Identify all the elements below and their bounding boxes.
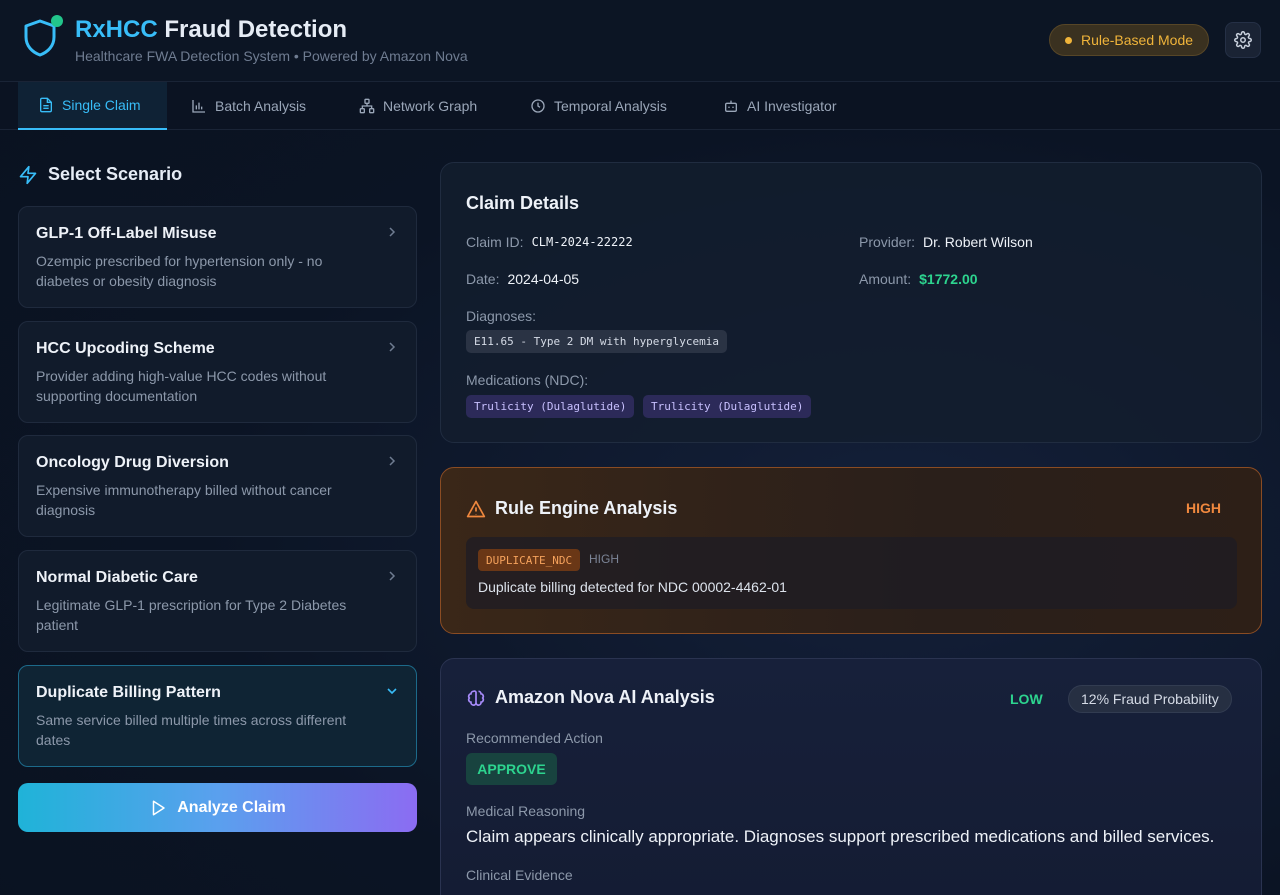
gear-icon bbox=[1234, 31, 1252, 49]
provider-row: Provider: Dr. Robert Wilson bbox=[859, 234, 1033, 250]
settings-button[interactable] bbox=[1225, 22, 1261, 58]
scenario-description: Expensive immunotherapy billed without c… bbox=[36, 482, 332, 518]
tab-label: Network Graph bbox=[383, 98, 478, 114]
tab-label: Temporal Analysis bbox=[554, 98, 667, 114]
scenario-title: GLP-1 Off-Label Misuse bbox=[36, 225, 217, 242]
scenario-card-normal-diabetic[interactable]: Normal Diabetic Care Legitimate GLP-1 pr… bbox=[18, 550, 417, 652]
rule-finding-severity: HIGH bbox=[589, 552, 619, 566]
nova-title-label: Amazon Nova AI Analysis bbox=[495, 687, 715, 707]
tab-label: AI Investigator bbox=[747, 98, 837, 114]
claim-id-row: Claim ID: CLM-2024-22222 bbox=[466, 234, 633, 250]
main-tabs: Single Claim Batch Analysis Network Grap… bbox=[0, 82, 1280, 130]
lightning-icon bbox=[19, 165, 37, 184]
tab-label: Single Claim bbox=[62, 97, 141, 113]
chevron-down-icon bbox=[387, 688, 397, 695]
scenario-card-oncology[interactable]: Oncology Drug Diversion Expensive immuno… bbox=[18, 435, 417, 537]
app-brand: RxHCC bbox=[75, 16, 158, 43]
approve-badge: APPROVE bbox=[466, 753, 557, 785]
app-title: RxHCC Fraud Detection bbox=[75, 16, 347, 44]
tab-network-graph[interactable]: Network Graph bbox=[339, 82, 497, 130]
rule-finding: DUPLICATE_NDC HIGH Duplicate billing det… bbox=[466, 537, 1237, 609]
network-icon bbox=[359, 98, 375, 114]
claim-id-label: Claim ID: bbox=[466, 234, 524, 250]
scenario-heading: Select Scenario bbox=[18, 164, 182, 185]
scenario-card-glp1[interactable]: GLP-1 Off-Label Misuse Ozempic prescribe… bbox=[18, 206, 417, 308]
tab-temporal-analysis[interactable]: Temporal Analysis bbox=[510, 82, 687, 130]
bot-icon bbox=[725, 100, 737, 112]
amount-row: Amount: $1772.00 bbox=[859, 271, 978, 287]
clock-icon bbox=[531, 99, 545, 113]
tab-batch-analysis[interactable]: Batch Analysis bbox=[171, 82, 326, 130]
mode-dot-icon bbox=[1064, 36, 1072, 44]
diagnoses-label: Diagnoses: bbox=[466, 308, 537, 324]
scenario-card-duplicate-billing[interactable]: Duplicate Billing Pattern Same service b… bbox=[18, 665, 417, 767]
medical-reasoning-text: Claim appears clinically appropriate. Di… bbox=[466, 827, 1215, 846]
claim-id-value: CLM-2024-22222 bbox=[531, 235, 633, 249]
date-row: Date: 2024-04-05 bbox=[466, 271, 579, 287]
medication-chip: Trulicity (Dulaglutide) bbox=[643, 395, 812, 418]
rule-engine-title: Rule Engine Analysis bbox=[466, 498, 677, 519]
brain-icon bbox=[467, 689, 485, 706]
nova-analysis-panel: Amazon Nova AI Analysis LOW 12% Fraud Pr… bbox=[440, 658, 1262, 895]
fraud-probability-pill: 12% Fraud Probability bbox=[1068, 685, 1232, 713]
bar-chart-icon bbox=[192, 100, 205, 113]
scenario-title: Duplicate Billing Pattern bbox=[36, 684, 221, 701]
provider-label: Provider: bbox=[859, 234, 916, 250]
scenario-card-hcc-upcoding[interactable]: HCC Upcoding Scheme Provider adding high… bbox=[18, 321, 417, 423]
rule-engine-title-label: Rule Engine Analysis bbox=[495, 498, 678, 518]
nova-risk-badge: LOW bbox=[1010, 691, 1043, 707]
chevron-right-icon bbox=[389, 227, 396, 237]
mode-badge-label: Rule-Based Mode bbox=[1080, 32, 1194, 48]
date-label: Date: bbox=[466, 271, 500, 287]
medications-label: Medications (NDC): bbox=[466, 372, 589, 388]
app-title-text: Fraud Detection bbox=[164, 16, 348, 43]
analyze-claim-label: Analyze Claim bbox=[177, 798, 286, 816]
scenario-description: Provider adding high-value HCC codes wit… bbox=[36, 368, 327, 404]
tab-single-claim[interactable]: Single Claim bbox=[18, 82, 167, 130]
tab-ai-investigator[interactable]: AI Investigator bbox=[703, 82, 857, 130]
app-subtitle: Healthcare FWA Detection System • Powere… bbox=[75, 48, 468, 64]
scenario-description: Same service billed multiple times acros… bbox=[36, 712, 347, 748]
rule-code-badge: DUPLICATE_NDC bbox=[478, 549, 581, 571]
rule-severity-badge: HIGH bbox=[1186, 500, 1221, 516]
chevron-right-icon bbox=[389, 571, 396, 581]
warning-icon bbox=[466, 500, 486, 517]
scenario-description: Ozempic prescribed for hypertension only… bbox=[36, 253, 323, 289]
diagnosis-chip: E11.65 - Type 2 DM with hyperglycemia bbox=[466, 330, 728, 353]
analyze-claim-button[interactable]: Analyze Claim bbox=[18, 783, 417, 832]
amount-value: $1772.00 bbox=[919, 271, 978, 287]
claim-details-panel: Claim Details Claim ID: CLM-2024-22222 P… bbox=[440, 162, 1262, 443]
nova-title: Amazon Nova AI Analysis bbox=[466, 687, 715, 708]
tab-label: Batch Analysis bbox=[215, 98, 307, 114]
chevron-right-icon bbox=[389, 456, 396, 466]
claim-details-title: Claim Details bbox=[466, 193, 580, 213]
recommended-action-label: Recommended Action bbox=[466, 730, 603, 746]
scenario-title: Oncology Drug Diversion bbox=[36, 454, 229, 471]
amount-label: Amount: bbox=[859, 271, 912, 287]
scenario-title: HCC Upcoding Scheme bbox=[36, 340, 215, 357]
chevron-right-icon bbox=[389, 342, 396, 352]
document-icon bbox=[40, 97, 52, 113]
medication-chip: Trulicity (Dulaglutide) bbox=[466, 395, 635, 418]
play-icon bbox=[153, 800, 165, 815]
date-value: 2024-04-05 bbox=[507, 271, 580, 287]
clinical-evidence-label: Clinical Evidence bbox=[466, 867, 573, 883]
rule-finding-message: Duplicate billing detected for NDC 00002… bbox=[478, 579, 787, 595]
app-header: RxHCC Fraud Detection Healthcare FWA Det… bbox=[0, 0, 1280, 82]
scenario-heading-label: Select Scenario bbox=[48, 164, 183, 184]
scenario-description: Legitimate GLP-1 prescription for Type 2… bbox=[36, 597, 347, 633]
provider-value: Dr. Robert Wilson bbox=[923, 234, 1033, 250]
status-dot bbox=[51, 15, 63, 27]
mode-badge[interactable]: Rule-Based Mode bbox=[1049, 24, 1209, 56]
rule-engine-panel: Rule Engine Analysis HIGH DUPLICATE_NDC … bbox=[440, 467, 1262, 634]
scenario-title: Normal Diabetic Care bbox=[36, 569, 198, 586]
medical-reasoning-label: Medical Reasoning bbox=[466, 803, 586, 819]
